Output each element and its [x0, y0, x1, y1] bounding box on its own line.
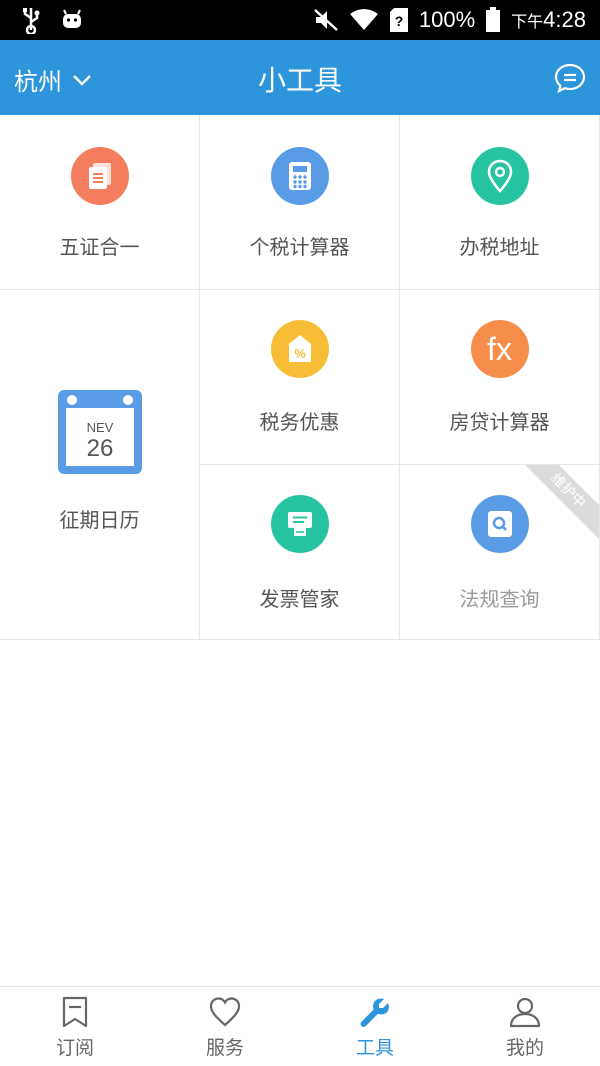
tool-label: 办税地址 — [459, 235, 540, 259]
tab-mine[interactable]: 我的 — [450, 987, 600, 1066]
tool-fangdai[interactable]: fx 房贷计算器 — [400, 290, 600, 465]
bottom-tab-bar: 订阅 服务 工具 我的 — [0, 986, 600, 1066]
battery-percent: 100% — [418, 7, 476, 32]
tool-label: 税务优惠 — [259, 410, 340, 434]
documents-icon — [70, 147, 129, 205]
calendar-day: 26 — [87, 435, 114, 462]
page-title: 小工具 — [257, 64, 342, 97]
clock-time: 4:28 — [543, 7, 586, 32]
tab-service[interactable]: 服务 — [150, 987, 300, 1066]
clock: 下午4:28 — [511, 7, 586, 33]
tool-label: 五证合一 — [59, 235, 140, 259]
search-doc-icon — [470, 495, 529, 553]
svg-text:%: % — [294, 346, 306, 361]
clock-ampm: 下午 — [511, 14, 544, 31]
heart-icon — [209, 997, 241, 1027]
tool-fagui[interactable]: 维护中 法规查询 — [400, 465, 600, 640]
tab-label: 服务 — [205, 1037, 244, 1059]
tool-fapiao[interactable]: 发票管家 — [200, 465, 400, 640]
calculator-icon — [270, 147, 329, 205]
status-bar: ? 100% 下午4:28 — [0, 0, 600, 40]
wifi-icon — [349, 9, 378, 30]
tab-subscribe[interactable]: 订阅 — [0, 987, 150, 1066]
chat-bubble-icon[interactable] — [554, 62, 586, 94]
tool-label: 房贷计算器 — [449, 410, 550, 434]
sim-unknown-icon: ? — [389, 8, 408, 32]
location-pin-icon — [470, 147, 529, 205]
tab-label: 订阅 — [55, 1037, 94, 1059]
usb-icon — [23, 8, 40, 34]
svg-text:?: ? — [395, 13, 404, 29]
fx-text: fx — [487, 330, 512, 367]
app-header: 杭州 小工具 — [0, 40, 600, 115]
tool-label: 发票管家 — [259, 587, 340, 611]
tool-shuiwu[interactable]: % 税务优惠 — [200, 290, 400, 465]
battery-icon — [486, 7, 501, 32]
percent-tag-icon: % — [270, 320, 329, 378]
tab-label: 我的 — [505, 1037, 544, 1059]
fx-icon: fx — [470, 320, 529, 378]
tool-banshui[interactable]: 办税地址 — [400, 115, 600, 290]
user-icon — [509, 997, 541, 1028]
invoice-icon — [270, 495, 329, 553]
tool-wuzheng[interactable]: 五证合一 — [0, 115, 200, 290]
mute-icon — [314, 9, 338, 31]
tool-label: 法规查询 — [459, 587, 540, 611]
tool-grid: 五证合一 个税计算器 办税地址 NEV 26 征期日历 % 税务优惠 fx 房贷… — [0, 115, 600, 640]
tool-zhengqi[interactable]: NEV 26 征期日历 — [0, 290, 200, 640]
calendar-icon: NEV 26 — [58, 390, 142, 474]
tab-tools[interactable]: 工具 — [300, 987, 450, 1066]
bookmark-icon — [62, 996, 88, 1028]
tool-geshui[interactable]: 个税计算器 — [200, 115, 400, 290]
tab-label: 工具 — [355, 1037, 394, 1059]
tool-label: 个税计算器 — [249, 235, 350, 259]
wrench-icon — [360, 998, 389, 1027]
calendar-month: NEV — [87, 420, 114, 435]
tool-label: 征期日历 — [59, 508, 140, 532]
android-icon — [63, 9, 81, 28]
